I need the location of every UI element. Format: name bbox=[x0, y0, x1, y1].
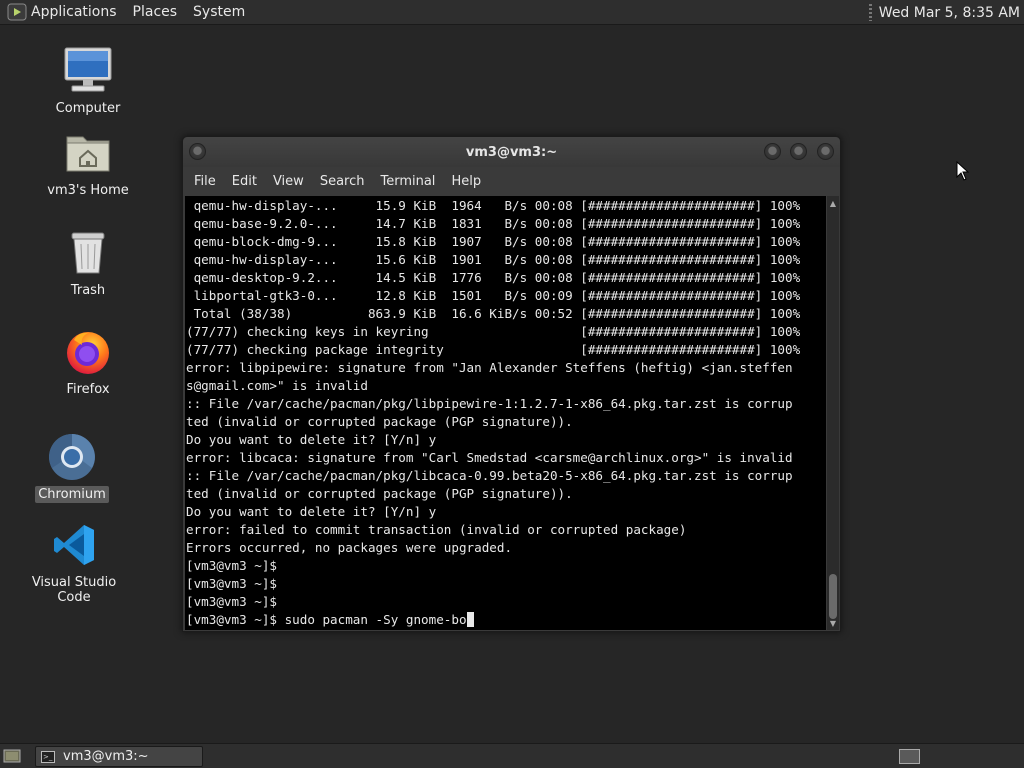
terminal-scrollbar[interactable]: ▲ ▼ bbox=[827, 196, 839, 630]
terminal-line: qemu-block-dmg-9... 15.8 KiB 1907 B/s 00… bbox=[186, 234, 801, 249]
desktop-icon-computer[interactable]: Computer bbox=[33, 44, 143, 117]
terminal-line: qemu-hw-display-... 15.9 KiB 1964 B/s 00… bbox=[186, 198, 801, 213]
top-panel: Applications Places System Wed Mar 5, 8:… bbox=[0, 0, 1024, 25]
terminal-menubar: File Edit View Search Terminal Help bbox=[183, 167, 840, 195]
terminal-line: Do you want to delete it? [Y/n] y bbox=[186, 504, 437, 519]
terminal-line: error: libpipewire: signature from "Jan … bbox=[186, 360, 793, 375]
terminal-output[interactable]: qemu-hw-display-... 15.9 KiB 1964 B/s 00… bbox=[185, 196, 826, 630]
terminal-line: Errors occurred, no packages were upgrad… bbox=[186, 540, 513, 555]
terminal-line: ted (invalid or corrupted package (PGP s… bbox=[186, 414, 573, 429]
terminal-line: qemu-hw-display-... 15.6 KiB 1901 B/s 00… bbox=[186, 252, 801, 267]
terminal-icon: >_ bbox=[41, 750, 55, 763]
desktop-icon-home[interactable]: vm3's Home bbox=[33, 126, 143, 199]
bottom-panel: >_ vm3@vm3:~ bbox=[0, 743, 1024, 768]
trash-icon bbox=[61, 226, 115, 280]
show-desktop-icon[interactable] bbox=[3, 748, 21, 764]
scrollbar-thumb[interactable] bbox=[829, 574, 837, 619]
menu-system[interactable]: System bbox=[185, 0, 253, 24]
firefox-icon bbox=[61, 325, 115, 379]
applications-logo-icon[interactable] bbox=[7, 2, 27, 22]
close-icon[interactable] bbox=[817, 143, 834, 160]
desktop-icon-label: Firefox bbox=[66, 382, 110, 397]
desktop-icon-label: Visual Studio Code bbox=[31, 575, 117, 605]
menu-applications[interactable]: Applications bbox=[27, 0, 125, 24]
desktop-icon-vscode[interactable]: Visual Studio Code bbox=[14, 518, 134, 606]
terminal-window: vm3@vm3:~ File Edit View Search Terminal… bbox=[182, 136, 841, 632]
desktop-icon-label: Trash bbox=[70, 283, 106, 298]
workspace-switcher[interactable] bbox=[899, 749, 920, 764]
panel-separator bbox=[868, 4, 872, 21]
menu-file[interactable]: File bbox=[186, 174, 224, 189]
vscode-icon bbox=[47, 518, 101, 572]
terminal-prompt-line[interactable]: [vm3@vm3 ~]$ sudo pacman -Sy gnome-bo bbox=[186, 611, 826, 629]
menu-view[interactable]: View bbox=[265, 174, 312, 189]
terminal-line: (77/77) checking keys in keyring [######… bbox=[186, 324, 801, 339]
menu-help[interactable]: Help bbox=[443, 174, 489, 189]
terminal-line: qemu-base-9.2.0-... 14.7 KiB 1831 B/s 00… bbox=[186, 216, 801, 231]
terminal-line: :: File /var/cache/pacman/pkg/libpipewir… bbox=[186, 396, 793, 411]
terminal-line: Total (38/38) 863.9 KiB 16.6 KiB/s 00:52… bbox=[186, 306, 801, 321]
terminal-line: Do you want to delete it? [Y/n] y bbox=[186, 432, 437, 447]
desktop-icon-chromium[interactable]: Chromium bbox=[17, 430, 127, 503]
minimize-icon[interactable] bbox=[764, 143, 781, 160]
window-titlebar[interactable]: vm3@vm3:~ bbox=[183, 137, 840, 167]
text-cursor bbox=[466, 612, 474, 627]
desktop-icon-firefox[interactable]: Firefox bbox=[33, 325, 143, 398]
terminal-line: s@gmail.com>" is invalid bbox=[186, 378, 368, 393]
desktop-icon-label: vm3's Home bbox=[47, 183, 129, 198]
menu-edit[interactable]: Edit bbox=[224, 174, 265, 189]
maximize-icon[interactable] bbox=[790, 143, 807, 160]
terminal-line: (77/77) checking package integrity [####… bbox=[186, 342, 801, 357]
terminal-line: [vm3@vm3 ~]$ bbox=[186, 558, 277, 573]
mouse-pointer-icon bbox=[956, 160, 970, 185]
desktop-icon-label: Computer bbox=[55, 101, 121, 116]
menu-terminal[interactable]: Terminal bbox=[372, 174, 443, 189]
terminal-line: [vm3@vm3 ~]$ bbox=[186, 576, 277, 591]
terminal-line: error: failed to commit transaction (inv… bbox=[186, 522, 687, 537]
scroll-down-icon[interactable]: ▼ bbox=[827, 617, 839, 629]
terminal-input[interactable]: [vm3@vm3 ~]$ sudo pacman -Sy gnome-bo bbox=[186, 612, 467, 627]
desktop-icon-trash[interactable]: Trash bbox=[33, 226, 143, 299]
terminal-lines: qemu-hw-display-... 15.9 KiB 1964 B/s 00… bbox=[185, 196, 826, 629]
terminal-line: libportal-gtk3-0... 12.8 KiB 1501 B/s 00… bbox=[186, 288, 801, 303]
window-title: vm3@vm3:~ bbox=[465, 144, 558, 160]
window-menu-icon[interactable] bbox=[189, 143, 206, 160]
menu-places[interactable]: Places bbox=[125, 0, 186, 24]
terminal-line: [vm3@vm3 ~]$ bbox=[186, 594, 277, 609]
computer-icon bbox=[61, 44, 115, 98]
scroll-up-icon[interactable]: ▲ bbox=[827, 197, 839, 209]
terminal-line: :: File /var/cache/pacman/pkg/libcaca-0.… bbox=[186, 468, 793, 483]
terminal-line: error: libcaca: signature from "Carl Sme… bbox=[186, 450, 793, 465]
taskbar-window-button[interactable]: >_ vm3@vm3:~ bbox=[35, 746, 203, 767]
home-folder-icon bbox=[61, 126, 115, 180]
chromium-icon bbox=[45, 430, 99, 484]
clock[interactable]: Wed Mar 5, 8:35 AM bbox=[879, 5, 1020, 21]
menu-search[interactable]: Search bbox=[312, 174, 373, 189]
terminal-line: qemu-desktop-9.2... 14.5 KiB 1776 B/s 00… bbox=[186, 270, 801, 285]
desktop-icon-label: Chromium bbox=[35, 486, 109, 503]
taskbar-window-title: vm3@vm3:~ bbox=[63, 749, 149, 764]
terminal-line: ted (invalid or corrupted package (PGP s… bbox=[186, 486, 573, 501]
